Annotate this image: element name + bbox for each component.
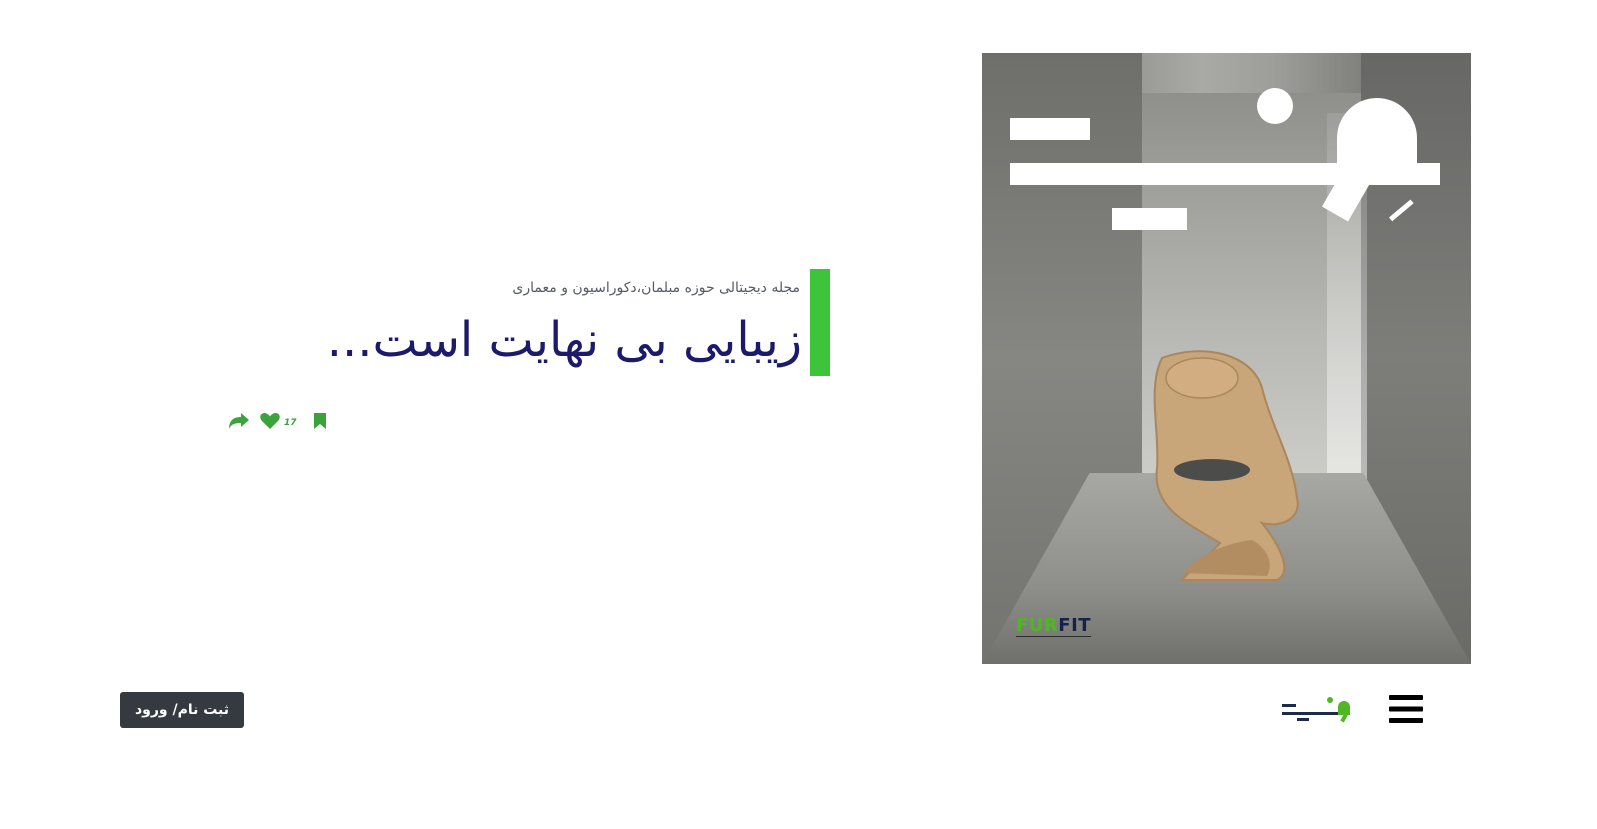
bookmark-icon[interactable]	[313, 412, 327, 430]
share-icon[interactable]	[228, 412, 250, 430]
headline-accent-bar	[810, 269, 830, 376]
like-control[interactable]: 17	[260, 412, 297, 430]
furfit-brand-prefix: FUR	[1016, 615, 1059, 636]
furfit-brand-logo: FURFIT	[1016, 615, 1092, 637]
vofit-logo-icon[interactable]	[1282, 696, 1356, 724]
magazine-subtitle: مجله دیجیتالی حوزه مبلمان،دکوراسیون و مع…	[512, 280, 800, 296]
heart-icon[interactable]	[260, 412, 280, 430]
post-actions: 17	[228, 410, 327, 432]
like-count: 17	[284, 418, 297, 428]
furfit-brand-suffix: FIT	[1058, 615, 1092, 636]
magazine-cover-image[interactable]: FURFIT	[982, 53, 1471, 664]
vofit-logo-icon	[1010, 88, 1440, 230]
hamburger-menu-icon[interactable]	[1389, 694, 1423, 724]
page-headline: زیبایی بی نهایت است...	[326, 312, 802, 368]
chair-illustration	[1153, 350, 1299, 581]
page: FURFIT مجله دیجیتالی حوزه مبلمان،دکوراسی…	[0, 0, 1597, 829]
signup-login-button[interactable]: ثبت نام/ ورود	[120, 692, 244, 728]
